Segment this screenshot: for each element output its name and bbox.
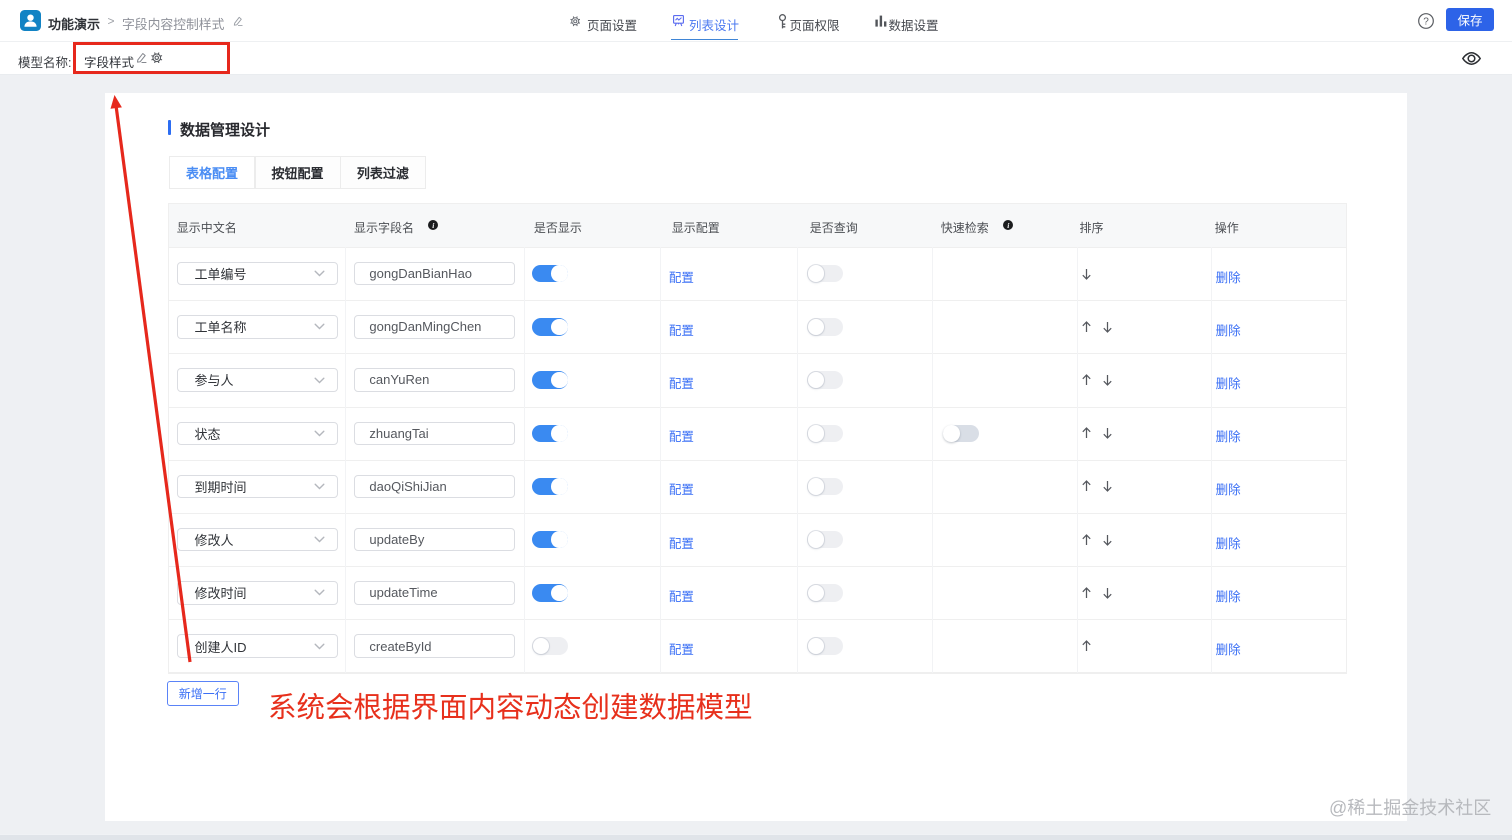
svg-text:?: ? (1423, 16, 1429, 27)
